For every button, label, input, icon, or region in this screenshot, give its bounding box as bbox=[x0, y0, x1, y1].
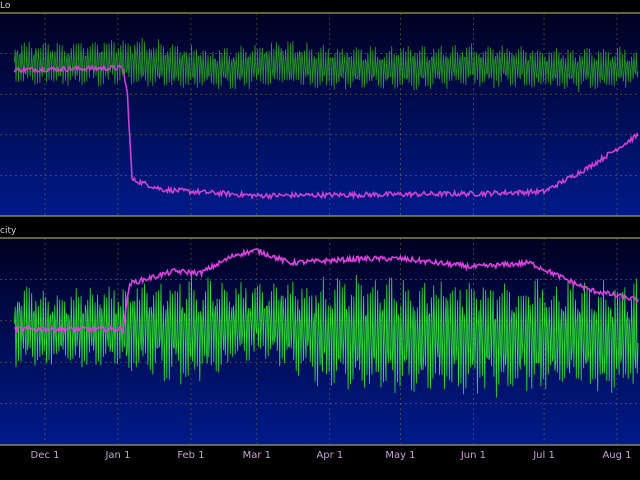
x-tick-label: Feb 1 bbox=[177, 450, 205, 461]
top-panel-label: Lo bbox=[0, 1, 11, 11]
bottom-panel-label: city bbox=[0, 226, 17, 236]
x-tick-label: Mar 1 bbox=[242, 450, 272, 461]
x-tick-label: May 1 bbox=[385, 450, 416, 461]
x-tick-label: Jun 1 bbox=[460, 450, 486, 461]
x-tick-label: Aug 1 bbox=[602, 450, 632, 461]
chart-window: Lo city Dec 1 Jan 1 Feb 1 Mar 1 Apr 1 May 1 Ju… bbox=[0, 0, 640, 480]
x-tick-label: Dec 1 bbox=[30, 450, 60, 461]
x-tick-label: Apr 1 bbox=[316, 450, 344, 461]
x-tick-label: Jan 1 bbox=[105, 450, 131, 461]
x-tick-label: Jul 1 bbox=[533, 450, 555, 461]
chart-canvas bbox=[0, 12, 640, 446]
